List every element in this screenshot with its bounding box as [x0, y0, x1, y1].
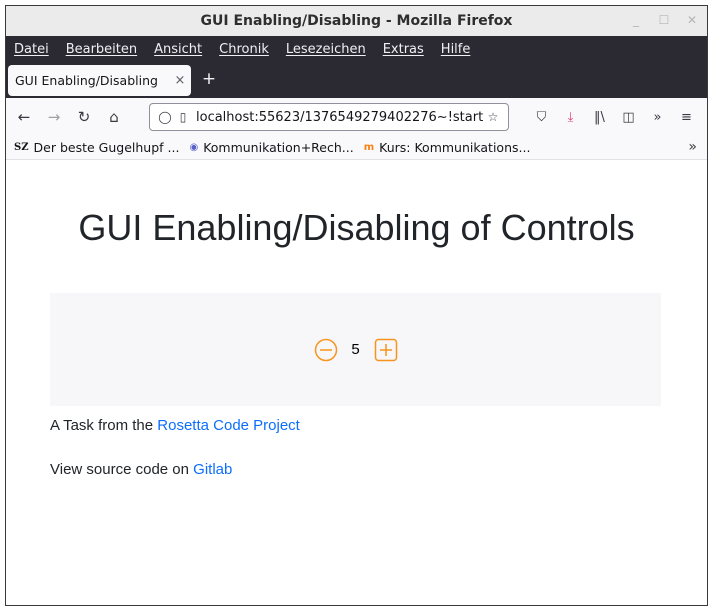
reload-icon[interactable]: ↻	[69, 103, 99, 131]
tab-bar: GUI Enabling/Disabling × +	[6, 63, 707, 98]
menu-bearbeiten[interactable]: Bearbeiten	[66, 42, 137, 57]
sidebar-icon[interactable]: ◫	[614, 103, 643, 131]
bookmark-label: Der beste Gugelhupf ...	[33, 140, 180, 155]
url-main: localhost:55623/1376549279402276~!start?	[196, 109, 484, 125]
menu-hilfe[interactable]: Hilfe	[441, 42, 471, 57]
bookmark-item[interactable]: ◉ Kommunikation+Rech...	[189, 140, 353, 155]
bookmark-label: Kommunikation+Rech...	[203, 140, 354, 155]
moodle-icon: m	[363, 142, 375, 153]
shield-icon[interactable]: ◯	[156, 110, 174, 124]
plus-square-icon	[374, 338, 397, 361]
page-content: GUI Enabling/Disabling of Controls 5 A T…	[6, 161, 707, 605]
bookmarks-more-icon[interactable]: »	[688, 139, 697, 155]
menu-lesezeichen[interactable]: Lesezeichen	[286, 42, 366, 57]
rosetta-link[interactable]: Rosetta Code Project	[157, 417, 300, 434]
source-paragraph: View source code on Gitlab	[50, 461, 232, 478]
home-icon[interactable]: ⌂	[99, 103, 129, 131]
menu-bar: Datei Bearbeiten Ansicht Chronik Lesezei…	[6, 36, 707, 63]
back-icon[interactable]: ←	[9, 103, 39, 131]
title-bar: GUI Enabling/Disabling - Mozilla Firefox…	[6, 6, 707, 36]
menu-datei[interactable]: Datei	[14, 42, 49, 57]
overflow-icon[interactable]: »	[643, 103, 672, 131]
minus-circle-icon	[314, 338, 337, 361]
tab-label: GUI Enabling/Disabling	[15, 73, 158, 88]
nav-bar: ← → ↻ ⌂ ◯ ▯ localhost:55623/137654927940…	[6, 98, 707, 136]
menu-chronik[interactable]: Chronik	[219, 42, 269, 57]
tab-gui-enabling[interactable]: GUI Enabling/Disabling ×	[8, 65, 191, 96]
star-icon[interactable]: ☆	[484, 110, 502, 124]
download-icon[interactable]: ⤓	[556, 103, 585, 131]
menu-icon[interactable]: ≡	[672, 103, 701, 131]
bookmarks-bar: SZ Der beste Gugelhupf ... ◉ Kommunikati…	[6, 136, 707, 160]
stepper-value: 5	[351, 341, 360, 358]
forward-icon[interactable]: →	[39, 103, 69, 131]
page-icon[interactable]: ▯	[174, 110, 192, 124]
library-icon[interactable]: ‖\	[585, 103, 614, 131]
stepper-panel: 5	[50, 293, 661, 406]
bookmark-item[interactable]: SZ Der beste Gugelhupf ...	[14, 140, 179, 155]
menu-ansicht[interactable]: Ansicht	[154, 42, 202, 57]
menu-extras[interactable]: Extras	[383, 42, 424, 57]
source-prefix: View source code on	[50, 461, 194, 478]
maximize-icon[interactable]: ☐	[657, 13, 671, 27]
globe-icon: ◉	[189, 142, 199, 153]
toolbar-right: ⛉ ⤓ ‖\ ◫ » ≡	[527, 103, 701, 131]
browser-window: GUI Enabling/Disabling - Mozilla Firefox…	[5, 5, 708, 606]
bookmark-label: Kurs: Kommunikations...	[379, 140, 531, 155]
sz-icon: SZ	[14, 142, 29, 153]
new-tab-button[interactable]: +	[198, 69, 220, 89]
url-bar[interactable]: ◯ ▯ localhost:55623/1376549279402276~!st…	[149, 103, 509, 131]
task-paragraph: A Task from the Rosetta Code Project	[50, 417, 300, 434]
tab-close-icon[interactable]: ×	[169, 73, 191, 88]
gitlab-link[interactable]: Gitlab	[193, 461, 232, 478]
decrement-button[interactable]	[314, 338, 338, 362]
close-icon[interactable]: ✕	[685, 13, 699, 27]
increment-button[interactable]	[374, 338, 398, 362]
url-text[interactable]: localhost:55623/1376549279402276~!start?…	[192, 110, 484, 125]
pocket-icon[interactable]: ⛉	[527, 103, 556, 131]
window-controls: _ ☐ ✕	[629, 13, 699, 27]
minimize-icon[interactable]: _	[629, 13, 643, 27]
page-title: GUI Enabling/Disabling of Controls	[78, 207, 635, 248]
task-prefix: A Task from the	[50, 417, 158, 434]
window-title: GUI Enabling/Disabling - Mozilla Firefox	[200, 13, 513, 29]
bookmark-item[interactable]: m Kurs: Kommunikations...	[364, 140, 531, 155]
